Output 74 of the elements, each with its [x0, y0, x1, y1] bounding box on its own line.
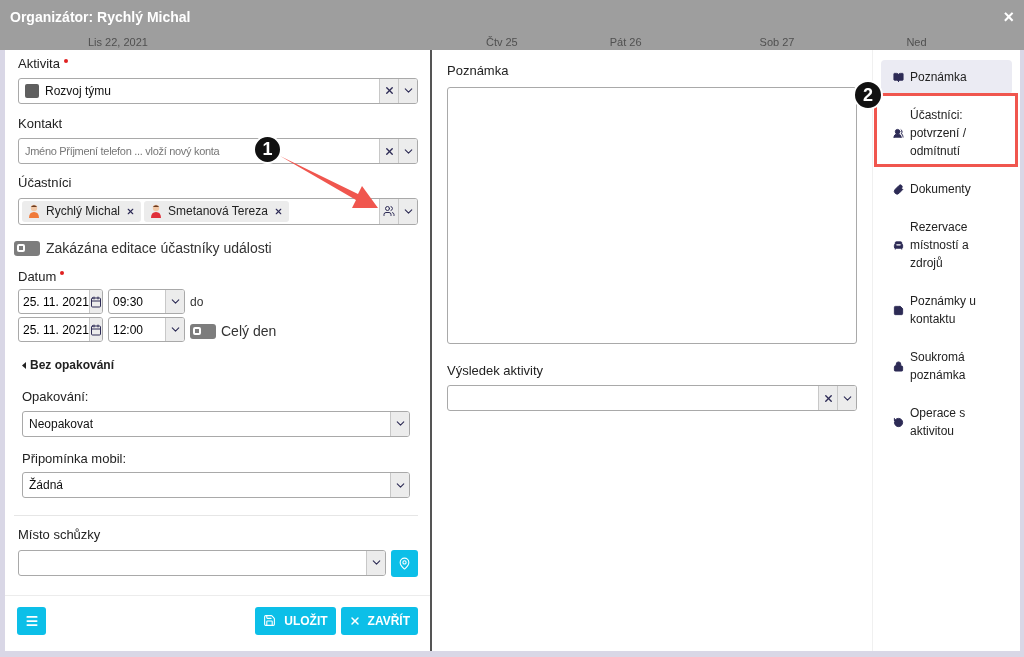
- field-label: Účastníci: [18, 174, 72, 192]
- remove-icon[interactable]: [126, 206, 135, 216]
- repeat-select[interactable]: Neopakovat: [22, 410, 410, 437]
- caret-icon: [22, 361, 26, 369]
- dropdown-button[interactable]: [366, 550, 385, 575]
- calendar-day-heading: Ned: [906, 34, 927, 50]
- placeholder: Jméno Příjmení telefon ... vloží nový konta: [25, 143, 220, 159]
- window-title: Organizátor: Rychlý Michal: [10, 7, 191, 27]
- field-label: Výsledek aktivity: [447, 361, 544, 380]
- field-label: Místo schůzky: [18, 526, 101, 544]
- activity-select[interactable]: Rozvoj týmu: [18, 77, 418, 104]
- reminder-select[interactable]: Žádná: [22, 472, 410, 498]
- calendar-icon: [89, 295, 102, 308]
- toggle-label: Celý den: [221, 321, 277, 341]
- calendar-day-heading: Pát 26: [609, 34, 642, 50]
- sidebar-tab[interactable]: Poznámka: [881, 60, 1012, 94]
- avatar-icon: [150, 204, 162, 218]
- users-icon: [383, 205, 395, 217]
- place-select[interactable]: [18, 549, 386, 576]
- dropdown-button[interactable]: [398, 198, 417, 224]
- close-icon: [383, 145, 395, 157]
- calendar-button[interactable]: [88, 290, 102, 313]
- date-field[interactable]: 25. 11. 2021: [18, 317, 103, 342]
- users-icon: [893, 127, 904, 139]
- clear-button[interactable]: [379, 139, 398, 163]
- dropdown-button[interactable]: [398, 139, 417, 163]
- clear-button[interactable]: [379, 78, 398, 103]
- select-value: Rozvoj týmu: [45, 82, 112, 100]
- avatar-icon: [28, 204, 40, 218]
- calendar-day-heading: Lis 22, 2021: [88, 34, 148, 50]
- map-button[interactable]: [391, 549, 418, 577]
- field-label: Poznámka: [447, 62, 509, 80]
- close-icon: [822, 392, 834, 404]
- field-label: Datum: [18, 267, 57, 286]
- select-value: Žádná: [29, 476, 64, 494]
- dropdown-button[interactable]: [390, 411, 409, 436]
- range-separator: do: [190, 293, 204, 311]
- field-label: Kontakt: [18, 114, 63, 133]
- menu-button[interactable]: [17, 606, 46, 635]
- toggle-label: Zakázána editace účastníky události: [46, 238, 272, 258]
- dropdown-button[interactable]: [165, 290, 184, 313]
- close-icon: [348, 614, 361, 627]
- date-field[interactable]: 25. 11. 2021: [18, 289, 103, 314]
- field-label: Aktivita: [18, 55, 60, 73]
- calendar-day-heading: Čtv 25: [485, 34, 518, 50]
- recurrence-toggle[interactable]: Bez opakování: [22, 356, 115, 374]
- dropdown-button[interactable]: [390, 473, 409, 497]
- participants-field[interactable]: Rychlý Michal Smetanová Tereza: [18, 197, 418, 225]
- time-field[interactable]: 12:00: [108, 317, 185, 342]
- save-icon: [263, 614, 277, 627]
- dropdown-button[interactable]: [165, 318, 184, 341]
- select-value: Neopakovat: [29, 415, 94, 433]
- dropdown-button[interactable]: [837, 386, 856, 410]
- participant-chip[interactable]: Rychlý Michal: [22, 200, 141, 222]
- toggle-switch[interactable]: [14, 240, 40, 256]
- toggle-switch[interactable]: [190, 323, 216, 339]
- participant-chip[interactable]: Smetanová Tereza: [144, 200, 289, 222]
- close-icon: [383, 85, 395, 96]
- field-label: Připomínka mobil:: [22, 449, 127, 468]
- dropdown-button[interactable]: [398, 78, 417, 103]
- field-label: Opakování:: [22, 388, 89, 406]
- book-icon: [893, 71, 904, 83]
- calendar-icon: [89, 323, 102, 336]
- note-icon: [893, 304, 904, 316]
- calendar-button[interactable]: [88, 318, 102, 341]
- lock-icon: [893, 360, 904, 372]
- menu-icon: [24, 613, 39, 628]
- chair-icon: [893, 239, 904, 251]
- clear-button[interactable]: [818, 386, 837, 410]
- calendar-day-heading: Sob 27: [759, 34, 795, 50]
- pin-icon: [398, 556, 411, 570]
- participants-button[interactable]: [379, 198, 398, 224]
- time-field[interactable]: 09:30: [108, 289, 185, 314]
- remove-icon[interactable]: [273, 206, 283, 216]
